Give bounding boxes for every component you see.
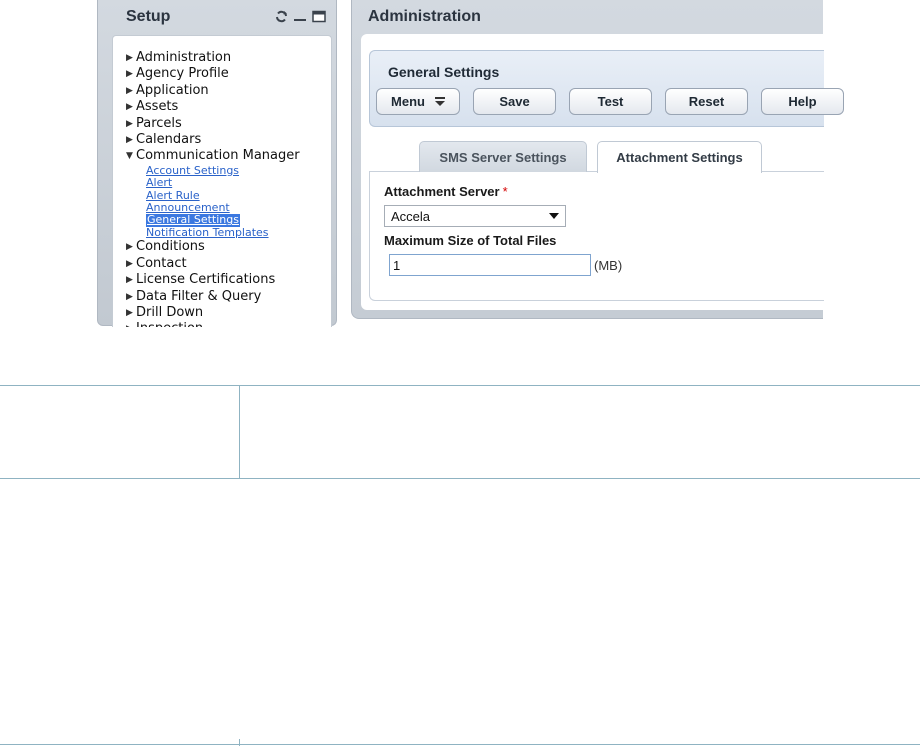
table-border-bottom xyxy=(0,744,920,745)
reset-button[interactable]: Reset xyxy=(665,88,748,115)
required-marker: * xyxy=(502,184,508,199)
tree-item-label: Communication Manager xyxy=(136,148,300,164)
maximize-icon[interactable] xyxy=(312,10,326,23)
attachment-server-value: Accela xyxy=(391,208,431,224)
tree-item-label: Parcels xyxy=(136,115,182,131)
tree-subitem-link[interactable]: Alert xyxy=(146,176,172,189)
collapsed-arrow-icon[interactable]: ▶ xyxy=(126,66,135,82)
tree-item-label: Contact xyxy=(136,255,187,271)
collapsed-arrow-icon[interactable]: ▶ xyxy=(126,305,135,321)
tree-item-label: Application xyxy=(136,82,209,98)
minimize-icon[interactable] xyxy=(293,10,307,23)
administration-title: Administration xyxy=(368,8,481,25)
table-column-divider xyxy=(239,385,240,479)
tree-item[interactable]: ▶ Administration xyxy=(126,50,300,66)
tree-item-label: Drill Down xyxy=(136,304,204,320)
setup-title: Setup xyxy=(126,8,171,25)
table-column-divider xyxy=(239,739,240,746)
tree-item-label: Conditions xyxy=(136,239,205,255)
setup-tree: ▶ Administration ▶ Agency Profile ▶ Applicati… xyxy=(126,50,300,327)
attachment-server-label: Attachment Server * xyxy=(384,184,508,199)
tree-subitem-link[interactable]: General Settings xyxy=(146,214,240,227)
setup-panel: Setup ▶ Administration ▶ Agency Profile ▶ App… xyxy=(97,0,337,327)
setup-tree-container: ▶ Administration ▶ Agency Profile ▶ Applicati… xyxy=(112,35,332,327)
tree-item-label: Assets xyxy=(136,99,179,115)
tree-item[interactable]: ▶ Parcels xyxy=(126,116,300,132)
menu-button[interactable]: Menu xyxy=(376,88,460,115)
help-button[interactable]: Help xyxy=(761,88,844,115)
tree-item-label: Inspection xyxy=(136,321,203,327)
tree-item[interactable]: ▶ Application xyxy=(126,83,300,99)
tree-item[interactable]: ▼ Communication Manager xyxy=(126,148,300,164)
expanded-arrow-icon[interactable]: ▼ xyxy=(126,148,135,164)
collapsed-arrow-icon[interactable]: ▶ xyxy=(126,50,135,66)
collapsed-arrow-icon[interactable]: ▶ xyxy=(126,83,135,99)
tree-item[interactable]: ▶ Calendars xyxy=(126,132,300,148)
max-size-label: Maximum Size of Total Files xyxy=(384,233,557,248)
max-size-unit: (MB) xyxy=(594,258,623,273)
tree-item[interactable]: ▶ Contact xyxy=(126,256,300,272)
tree-item[interactable]: ▶ Drill Down xyxy=(126,305,300,321)
collapsed-arrow-icon[interactable]: ▶ xyxy=(126,239,135,255)
administration-panel: Administration General Settings Menu Sav… xyxy=(351,0,844,319)
tree-item[interactable]: ▶ Assets xyxy=(126,99,300,115)
tab-attachment-settings[interactable]: Attachment Settings xyxy=(597,141,762,173)
administration-body: General Settings Menu Save Test Reset He… xyxy=(361,34,844,310)
max-size-input[interactable] xyxy=(389,254,591,276)
tree-item-label: Calendars xyxy=(136,132,202,148)
collapsed-arrow-icon[interactable]: ▶ xyxy=(126,289,135,305)
tree-item[interactable]: ▶Inspection xyxy=(126,321,300,327)
collapsed-arrow-icon[interactable]: ▶ xyxy=(126,132,135,148)
menu-button-label: Menu xyxy=(391,94,425,109)
collapsed-arrow-icon[interactable]: ▶ xyxy=(126,256,135,272)
general-settings-toolbar: General Settings Menu Save Test Reset He… xyxy=(369,50,844,127)
collapsed-arrow-icon[interactable]: ▶ xyxy=(126,116,135,132)
tree-item[interactable]: ▶ Agency Profile xyxy=(126,66,300,82)
tree-item-label: Data Filter & Query xyxy=(136,288,262,304)
tree-item[interactable]: ▶ License Certifications xyxy=(126,272,300,288)
table-row-divider xyxy=(0,478,920,479)
setup-window-controls xyxy=(274,10,326,23)
attachment-server-label-text: Attachment Server xyxy=(384,184,500,199)
tree-item-label: License Certifications xyxy=(136,272,276,288)
table-border-top xyxy=(0,385,920,386)
tree-item-label: Agency Profile xyxy=(136,66,229,82)
tab-sms-server-settings[interactable]: SMS Server Settings xyxy=(419,141,587,172)
menu-dropdown-icon xyxy=(434,97,445,106)
general-settings-title: General Settings xyxy=(388,64,500,80)
collapsed-arrow-icon[interactable]: ▶ xyxy=(126,272,135,288)
tree-subitem-link[interactable]: Notification Templates xyxy=(146,226,269,239)
attachment-settings-form: Attachment Server * Accela Maximum Size o… xyxy=(369,171,824,301)
collapsed-arrow-icon[interactable]: ▶ xyxy=(126,99,135,115)
refresh-icon[interactable] xyxy=(274,10,288,23)
chevron-down-icon xyxy=(549,213,559,219)
save-button[interactable]: Save xyxy=(473,88,556,115)
tree-item-label: Administration xyxy=(136,50,232,65)
collapsed-arrow-icon[interactable]: ▶ xyxy=(126,321,135,327)
tree-item[interactable]: ▶ Conditions xyxy=(126,239,300,255)
attachment-server-select[interactable]: Accela xyxy=(384,205,566,227)
test-button[interactable]: Test xyxy=(569,88,652,115)
tree-item[interactable]: ▶ Data Filter & Query xyxy=(126,289,300,305)
